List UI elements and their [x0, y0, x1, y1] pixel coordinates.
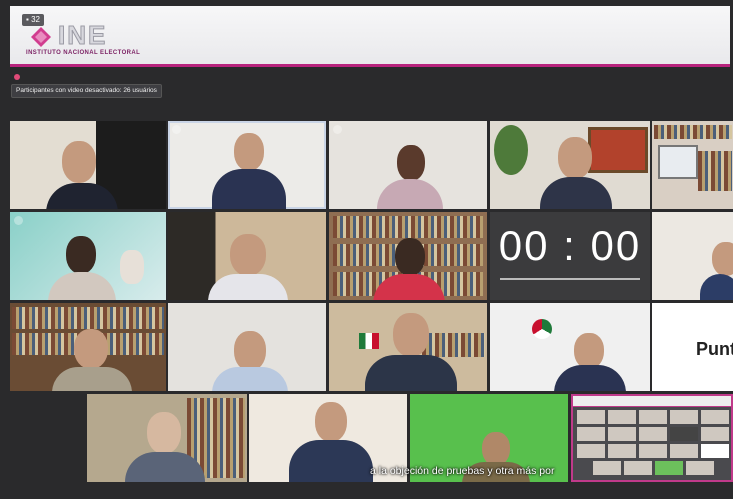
- video-tile-participant-12[interactable]: [329, 303, 487, 391]
- video-tile-participant-7[interactable]: [168, 212, 326, 300]
- participant-head: [74, 329, 108, 369]
- video-tile-participant-1[interactable]: [10, 121, 166, 209]
- mini-tile: [608, 444, 636, 458]
- participant-head: [315, 402, 347, 442]
- mini-tile: [639, 444, 667, 458]
- participant-head: [234, 133, 264, 171]
- participant-head: [234, 331, 266, 371]
- slide-text: Punt: [696, 339, 733, 359]
- logo-subtitle: INSTITUTO NACIONAL ELECTORAL: [26, 50, 141, 56]
- logo-text: INE: [57, 20, 108, 51]
- mini-tile: [577, 444, 605, 458]
- video-conference-window: ▪ 32 INE INSTITUTO NACIONAL ELECTORAL Pa…: [0, 0, 733, 499]
- bookshelf: [698, 151, 732, 191]
- participant-body: [365, 355, 457, 391]
- mexico-flag: [359, 333, 379, 349]
- participant-head: [66, 236, 96, 274]
- mini-tile: [701, 444, 729, 458]
- mini-tile: [608, 427, 636, 441]
- mini-tile: [670, 410, 698, 424]
- participant-body: [377, 179, 443, 209]
- bookshelf: [654, 125, 732, 139]
- slide-tile: Punt: [652, 303, 733, 391]
- tile-status-icon: [333, 125, 342, 134]
- video-tile-participant-9[interactable]: [652, 212, 733, 300]
- participant-body: [208, 274, 288, 300]
- participant-body: [212, 169, 286, 209]
- bookshelf: [12, 307, 164, 329]
- participant-head: [574, 333, 604, 369]
- video-tile-participant-14[interactable]: [87, 394, 247, 482]
- monitor: [658, 145, 698, 179]
- mini-tile: [577, 410, 605, 424]
- mini-tile: [655, 461, 683, 475]
- participant-head: [147, 412, 181, 454]
- live-caption: a la objeción de pruebas y otra más por: [370, 465, 555, 477]
- plant: [494, 125, 528, 175]
- mini-tile: [639, 410, 667, 424]
- participant-count-badge[interactable]: ▪ 32: [22, 14, 44, 26]
- ine-header: ▪ 32 INE INSTITUTO NACIONAL ELECTORAL: [10, 6, 730, 67]
- participant-body: [52, 367, 132, 391]
- participant-body: [540, 177, 612, 209]
- video-tile-participant-4[interactable]: [490, 121, 650, 209]
- participant-head: [397, 145, 425, 181]
- participant-head: [395, 238, 425, 276]
- participant-head: [62, 141, 96, 183]
- participant-head: [482, 432, 510, 466]
- participant-head: [230, 234, 266, 276]
- participant-body: [46, 183, 118, 209]
- participant-body: [554, 365, 626, 391]
- participant-body: [700, 274, 733, 300]
- participant-count: 32: [31, 15, 40, 24]
- mini-tile: [639, 427, 667, 441]
- ine-logo-icon: [31, 27, 51, 47]
- participant-head: [712, 242, 733, 276]
- participant-body: [289, 440, 373, 482]
- mini-tile: [593, 461, 621, 475]
- mini-tile: [670, 444, 698, 458]
- mini-tile: [577, 427, 605, 441]
- mini-tile: [701, 427, 729, 441]
- video-tile-participant-3[interactable]: [329, 121, 487, 209]
- video-tile-participant-6[interactable]: [10, 212, 166, 300]
- video-icon: ▪: [26, 15, 29, 24]
- bookshelf: [333, 216, 483, 238]
- pri-logo-icon: [532, 319, 552, 339]
- gallery-thumbnail-tile[interactable]: [571, 394, 733, 482]
- participant-body: [48, 272, 116, 300]
- wall-painting: [588, 127, 648, 173]
- recording-indicator-icon: [14, 74, 20, 80]
- mini-tile: [624, 461, 652, 475]
- flowers: [120, 250, 144, 284]
- countdown-timer: 00 : 00: [498, 222, 642, 269]
- video-tile-participant-10[interactable]: [10, 303, 166, 391]
- mini-tile: [670, 427, 698, 441]
- participant-head: [558, 137, 592, 179]
- participant-body: [212, 367, 288, 391]
- video-tile-participant-8[interactable]: [329, 212, 487, 300]
- video-disabled-notice: Participantes con video desactivado: 26 …: [11, 84, 162, 98]
- timer-divider: [500, 278, 640, 280]
- mini-tile: [608, 410, 636, 424]
- tile-status-icon: [172, 125, 181, 134]
- tile-status-icon: [14, 216, 23, 225]
- mini-tile: [701, 410, 729, 424]
- video-tile-participant-5[interactable]: [652, 121, 733, 209]
- thumbnail-header: [573, 396, 731, 407]
- video-tile-participant-11[interactable]: [168, 303, 326, 391]
- timer-tile: 00 : 00: [490, 212, 650, 300]
- video-tile-participant-2[interactable]: [168, 121, 326, 209]
- video-tile-participant-13[interactable]: [490, 303, 650, 391]
- participant-head: [393, 313, 429, 357]
- mini-tile: [686, 461, 714, 475]
